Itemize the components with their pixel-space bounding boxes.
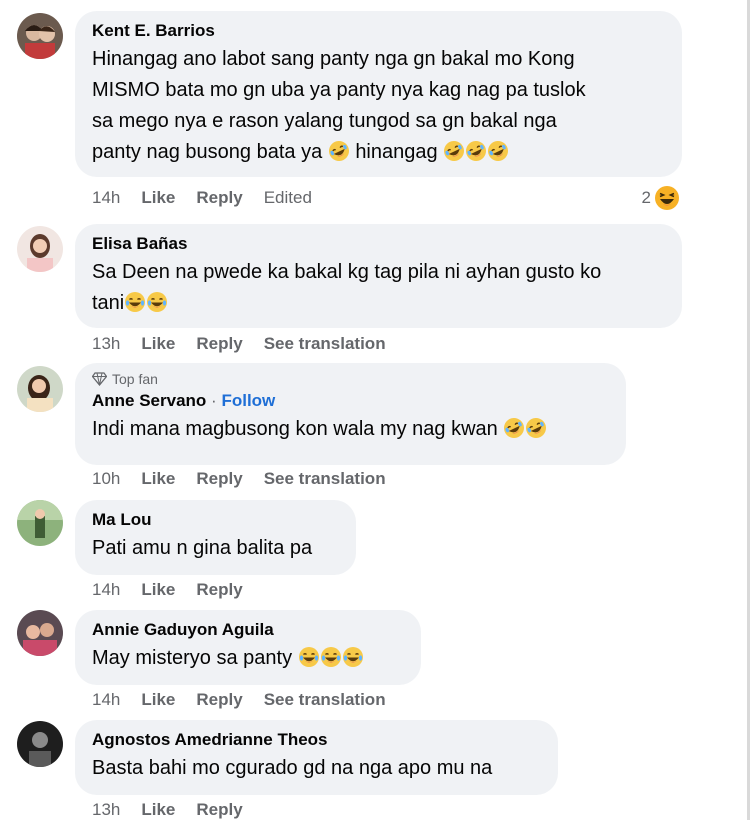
comment-text: Basta bahi mo cgurado gd na nga apo mu n… (92, 757, 493, 779)
joy-emoji-icon (146, 291, 168, 313)
comment-text-line: sa mego nya e rason yalang tungod sa gn … (92, 110, 557, 132)
rofl-emoji-icon (443, 140, 465, 162)
comment-bubble: Top fan Anne Servano · Follow Indi mana … (75, 363, 626, 465)
rofl-emoji-icon (525, 417, 547, 439)
comment-text: Hinangag ano labot sang panty nga gn bak… (92, 44, 665, 168)
comment-actions: 13h Like Reply See translation (92, 333, 386, 355)
follow-button[interactable]: Follow (221, 391, 275, 410)
comment-author[interactable]: Elisa Bañas (92, 233, 665, 255)
separator-dot: · (211, 391, 217, 410)
laughing-reaction-icon (654, 185, 680, 211)
reply-button[interactable]: Reply (196, 187, 242, 209)
like-button[interactable]: Like (141, 333, 175, 355)
comment-actions: 10h Like Reply See translation (92, 468, 386, 490)
comment-timestamp[interactable]: 10h (92, 468, 120, 490)
joy-emoji-icon (124, 291, 146, 313)
like-button[interactable]: Like (141, 468, 175, 490)
top-fan-label: Top fan (112, 371, 158, 387)
comment-text-line: Hinangag ano labot sang panty nga gn bak… (92, 48, 575, 70)
joy-emoji-icon (342, 646, 364, 668)
comment-text-segment: May misteryo sa panty (92, 647, 293, 669)
comment-actions: 14h Like Reply (92, 579, 243, 601)
edited-label: Edited (263, 188, 312, 207)
comment-bubble: Elisa Bañas Sa Deen na pwede ka bakal kg… (75, 224, 682, 328)
rofl-emoji-icon (465, 140, 487, 162)
comment-text-line: panty nag busong bata ya hinangag (92, 137, 665, 168)
comment-author-row: Anne Servano · Follow (92, 390, 609, 412)
comment-text-segment: panty nag busong bata ya (92, 141, 323, 163)
diamond-icon (92, 372, 107, 386)
comment-author[interactable]: Annie Gaduyon Aguila (92, 619, 404, 641)
reply-button[interactable]: Reply (196, 468, 242, 490)
top-fan-badge: Top fan (92, 370, 609, 388)
reply-button[interactable]: Reply (196, 689, 242, 711)
comment-bubble: Agnostos Amedrianne Theos Basta bahi mo … (75, 720, 558, 795)
comment-timestamp[interactable]: 13h (92, 333, 120, 355)
joy-emoji-icon (298, 646, 320, 668)
comment-bubble: Kent E. Barrios Hinangag ano labot sang … (75, 11, 682, 177)
like-button[interactable]: Like (141, 187, 175, 209)
joy-emoji-icon (320, 646, 342, 668)
reply-button[interactable]: Reply (196, 333, 242, 355)
avatar[interactable] (17, 721, 63, 767)
rofl-emoji-icon (487, 140, 509, 162)
comment-timestamp[interactable]: 14h (92, 689, 120, 711)
avatar[interactable] (17, 500, 63, 546)
reply-button[interactable]: Reply (196, 579, 242, 601)
comment-timestamp[interactable]: 13h (92, 799, 120, 821)
comment-timestamp[interactable]: 14h (92, 579, 120, 601)
like-button[interactable]: Like (141, 689, 175, 711)
like-button[interactable]: Like (141, 799, 175, 821)
comment-bubble: Ma Lou Pati amu n gina balita pa (75, 500, 356, 575)
avatar[interactable] (17, 610, 63, 656)
comment-actions: 14h Like Reply Edited (92, 187, 312, 209)
see-translation-link[interactable]: See translation (264, 468, 386, 490)
comment-text-segment: tani (92, 292, 125, 314)
like-button[interactable]: Like (141, 579, 175, 601)
comment-text: Pati amu n gina balita pa (92, 537, 313, 559)
comment-author[interactable]: Ma Lou (92, 509, 339, 531)
rofl-emoji-icon (328, 140, 350, 162)
comment-author[interactable]: Anne Servano (92, 391, 206, 410)
comment-author[interactable]: Kent E. Barrios (92, 20, 665, 42)
comment-text-line: tani (92, 288, 665, 319)
reaction-count: 2 (641, 188, 651, 207)
comment-text-segment: hinangag (355, 141, 438, 163)
rofl-emoji-icon (503, 417, 525, 439)
avatar[interactable] (17, 226, 63, 272)
avatar[interactable] (17, 366, 63, 412)
comment-text-line: MISMO bata mo gn uba ya panty nya kag na… (92, 79, 586, 101)
comment-text-line: Sa Deen na pwede ka bakal kg tag pila ni… (92, 261, 602, 283)
comment-author[interactable]: Agnostos Amedrianne Theos (92, 729, 541, 751)
comment-text: May misteryo sa panty (92, 643, 404, 674)
comment-text: Indi mana magbusong kon wala my nag kwan (92, 414, 609, 445)
comment-actions: 14h Like Reply See translation (92, 689, 386, 711)
reply-button[interactable]: Reply (196, 799, 242, 821)
avatar[interactable] (17, 13, 63, 59)
see-translation-link[interactable]: See translation (264, 689, 386, 711)
comment-text: Sa Deen na pwede ka bakal kg tag pila ni… (92, 257, 665, 319)
comment-bubble: Annie Gaduyon Aguila May misteryo sa pan… (75, 610, 421, 685)
comment-actions: 13h Like Reply (92, 799, 243, 821)
comment-timestamp[interactable]: 14h (92, 187, 120, 209)
comment-text-segment: Indi mana magbusong kon wala my nag kwan (92, 418, 498, 440)
see-translation-link[interactable]: See translation (264, 333, 386, 355)
reaction-summary[interactable]: 2 (642, 185, 680, 211)
